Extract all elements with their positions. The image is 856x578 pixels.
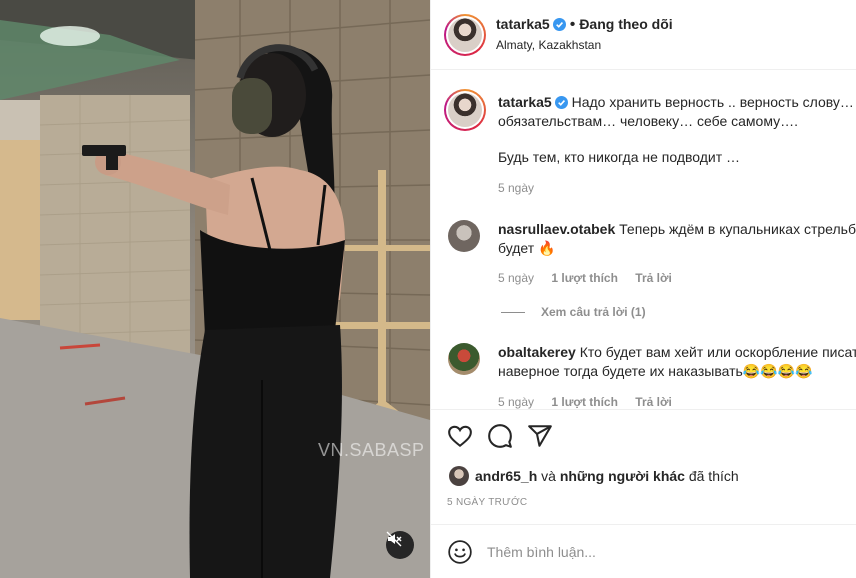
likes-others-link[interactable]: những người khác [560, 468, 685, 484]
caption-line-2: обязательствам… человеку… себе самому…. [498, 113, 799, 129]
liker-username[interactable]: andr65_h [475, 468, 537, 484]
watermark-text: VN.SABASP [318, 440, 425, 460]
author-username[interactable]: tatarka5 [496, 16, 550, 32]
post-actions: andr65_h và những người khác đã thích 5 … [431, 409, 856, 524]
comment-likes[interactable]: 1 lượt thích [551, 271, 618, 285]
post-location[interactable]: Almaty, Kazakhstan [496, 38, 601, 52]
emoji-icon[interactable] [447, 539, 473, 565]
comments-list[interactable]: tatarka5 Надо хранить верность .. вернос… [431, 71, 856, 409]
comment-username[interactable]: obaltakerey [498, 344, 576, 360]
view-replies-button[interactable]: Xem câu trả lời (1) [501, 305, 646, 319]
comment: nasrullaev.otabek Теперь ждём в купальни… [498, 220, 856, 258]
comment-text-line-2: будет 🔥 [498, 240, 556, 256]
verified-badge-icon [552, 18, 566, 31]
caption-author[interactable]: tatarka5 [498, 94, 552, 110]
post-date[interactable]: 5 NGÀY TRƯỚC [447, 497, 527, 508]
comment-avatar[interactable] [448, 343, 480, 375]
comment-username[interactable]: nasrullaev.otabek [498, 221, 615, 237]
share-icon[interactable] [527, 423, 553, 449]
following-button[interactable]: Đang theo dõi [579, 16, 672, 32]
comment-age[interactable]: 5 ngày [498, 395, 534, 409]
comment-meta: 5 ngày 1 lượt thích Trả lời [498, 271, 686, 285]
comment-text-line-2: наверное тогда будете их наказывать😂😂😂😂 [498, 363, 813, 379]
comment-meta: 5 ngày 1 lượt thích Trả lời [498, 395, 686, 409]
comment-input[interactable]: Thêm bình luận... [487, 544, 596, 560]
caption: tatarka5 Надо хранить верность .. вернос… [498, 93, 854, 167]
comment-avatar[interactable] [448, 220, 480, 252]
reply-button[interactable]: Trả lời [635, 271, 672, 285]
post-photo [0, 0, 430, 578]
separator-dot: • [569, 16, 576, 33]
caption-line-3: Будь тем, кто никогда не подводит … [498, 149, 741, 165]
comment-likes[interactable]: 1 lượt thích [551, 395, 618, 409]
caption-author-avatar[interactable] [444, 89, 486, 131]
likes-suffix: đã thích [688, 468, 739, 484]
post-side-panel: tatarka5 • Đang theo dõi Almaty, Kazakhsta… [430, 0, 856, 578]
comment: obaltakerey Кто будет вам хейт или оскор… [498, 343, 856, 381]
comment-text-line-1: Кто будет вам хейт или оскорбление писат… [579, 344, 856, 360]
view-replies-label: Xem câu trả lời (1) [541, 305, 646, 319]
mute-button[interactable] [386, 531, 414, 559]
caption-line-1: Надо хранить верность .. верность слову… [571, 94, 854, 110]
reply-button[interactable]: Trả lời [635, 395, 672, 409]
author-avatar[interactable] [444, 14, 486, 56]
caption-age[interactable]: 5 ngày [498, 181, 534, 195]
comment-age[interactable]: 5 ngày [498, 271, 534, 285]
add-comment-bar: Thêm bình luận... [431, 524, 856, 578]
comment-text-line-1: Теперь ждём в купальниках стрельба [619, 221, 856, 237]
post-header: tatarka5 • Đang theo dõi Almaty, Kazakhsta… [431, 0, 856, 70]
replies-divider [501, 311, 525, 313]
likes-summary: andr65_h và những người khác đã thích [449, 466, 739, 486]
liker-avatar[interactable] [449, 466, 469, 486]
heart-icon[interactable] [447, 423, 473, 449]
likes-conjunction: và [541, 468, 556, 484]
mute-icon [386, 531, 402, 547]
comment-icon[interactable] [487, 423, 513, 449]
post-media[interactable]: VN.SABASP [0, 0, 430, 578]
verified-badge-icon [554, 96, 568, 109]
